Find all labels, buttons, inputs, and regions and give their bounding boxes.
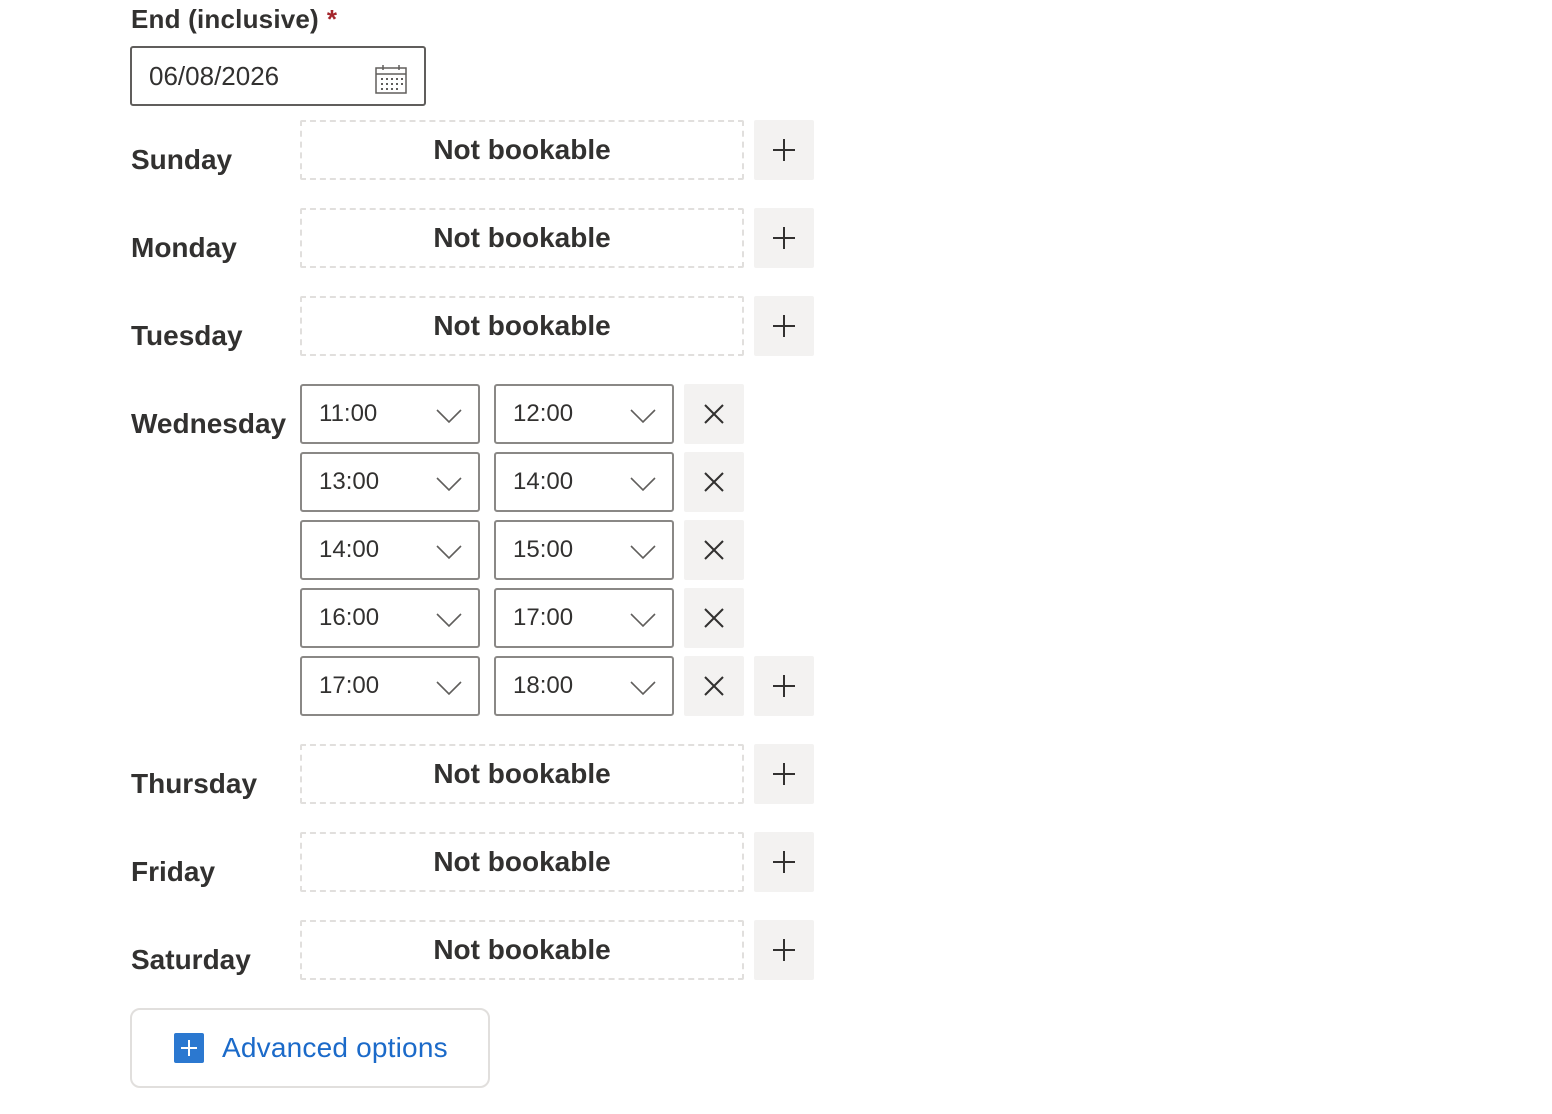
chevron-down-icon — [630, 681, 656, 696]
not-bookable-monday: Not bookable — [300, 208, 744, 268]
add-slot-button-sunday[interactable] — [754, 120, 814, 180]
day-label-monday: Monday — [131, 232, 237, 263]
add-slot-button-thursday[interactable] — [754, 744, 814, 804]
add-slot-button-saturday[interactable] — [754, 920, 814, 980]
advanced-options-button[interactable]: Advanced options — [130, 1008, 490, 1088]
remove-slot-button[interactable] — [684, 588, 744, 648]
day-label-saturday: Saturday — [131, 944, 251, 975]
chevron-down-icon — [630, 477, 656, 492]
slot-end-value: 18:00 — [513, 672, 574, 699]
plus-icon — [773, 227, 795, 249]
day-label-sunday: Sunday — [131, 144, 233, 175]
slot-start-select[interactable]: 13:00 — [300, 452, 480, 512]
slot-start-value: 13:00 — [319, 468, 380, 495]
add-slot-button-monday[interactable] — [754, 208, 814, 268]
slot-start-select[interactable]: 17:00 — [300, 656, 480, 716]
chevron-down-icon — [436, 545, 462, 560]
slot-start-value: 14:00 — [319, 536, 380, 563]
slot-end-select[interactable]: 12:00 — [494, 384, 674, 444]
slot-start-value: 16:00 — [319, 604, 380, 631]
chevron-down-icon — [630, 613, 656, 628]
remove-slot-button[interactable] — [684, 384, 744, 444]
slot-start-value: 11:00 — [319, 400, 378, 427]
plus-icon — [773, 675, 795, 697]
slot-start-select[interactable]: 11:00 — [300, 384, 480, 444]
required-asterisk: * — [326, 4, 338, 34]
remove-slot-button[interactable] — [684, 656, 744, 716]
slot-start-select[interactable]: 16:00 — [300, 588, 480, 648]
slot-end-value: 12:00 — [513, 400, 574, 427]
close-icon — [704, 404, 724, 424]
slot-start-select[interactable]: 14:00 — [300, 520, 480, 580]
plus-icon — [773, 939, 795, 961]
slot-end-value: 14:00 — [513, 468, 574, 495]
end-date-label: End (inclusive) * — [131, 4, 337, 35]
not-bookable-friday: Not bookable — [300, 832, 744, 892]
slot-end-select[interactable]: 15:00 — [494, 520, 674, 580]
slot-start-value: 17:00 — [319, 672, 380, 699]
add-slot-button-friday[interactable] — [754, 832, 814, 892]
not-bookable-saturday: Not bookable — [300, 920, 744, 980]
chevron-down-icon — [436, 613, 462, 628]
close-icon — [704, 676, 724, 696]
close-icon — [704, 540, 724, 560]
plus-icon — [773, 851, 795, 873]
chevron-down-icon — [630, 409, 656, 424]
chevron-down-icon — [436, 681, 462, 696]
slot-end-select[interactable]: 14:00 — [494, 452, 674, 512]
slot-end-select[interactable]: 18:00 — [494, 656, 674, 716]
advanced-options-label: Advanced options — [222, 1032, 448, 1063]
day-label-tuesday: Tuesday — [131, 320, 243, 351]
not-bookable-thursday: Not bookable — [300, 744, 744, 804]
plus-icon — [773, 315, 795, 337]
slot-end-value: 15:00 — [513, 536, 574, 563]
slot-end-select[interactable]: 17:00 — [494, 588, 674, 648]
not-bookable-tuesday: Not bookable — [300, 296, 744, 356]
close-icon — [704, 472, 724, 492]
plus-icon — [773, 139, 795, 161]
chevron-down-icon — [630, 545, 656, 560]
slot-end-value: 17:00 — [513, 604, 574, 631]
plus-square-icon — [174, 1033, 204, 1063]
day-label-thursday: Thursday — [131, 768, 258, 799]
day-label-friday: Friday — [131, 856, 216, 887]
plus-icon — [773, 763, 795, 785]
chevron-down-icon — [436, 477, 462, 492]
add-slot-button-tuesday[interactable] — [754, 296, 814, 356]
remove-slot-button[interactable] — [684, 452, 744, 512]
remove-slot-button[interactable] — [684, 520, 744, 580]
close-icon — [704, 608, 724, 628]
end-date-label-text: End (inclusive) — [131, 4, 319, 34]
add-slot-button-wednesday[interactable] — [754, 656, 814, 716]
end-date-input[interactable]: 06/08/2026 — [130, 46, 426, 106]
end-date-value: 06/08/2026 — [149, 60, 280, 91]
chevron-down-icon — [436, 409, 462, 424]
not-bookable-sunday: Not bookable — [300, 120, 744, 180]
calendar-icon[interactable] — [375, 64, 407, 94]
day-label-wednesday: Wednesday — [131, 408, 287, 439]
